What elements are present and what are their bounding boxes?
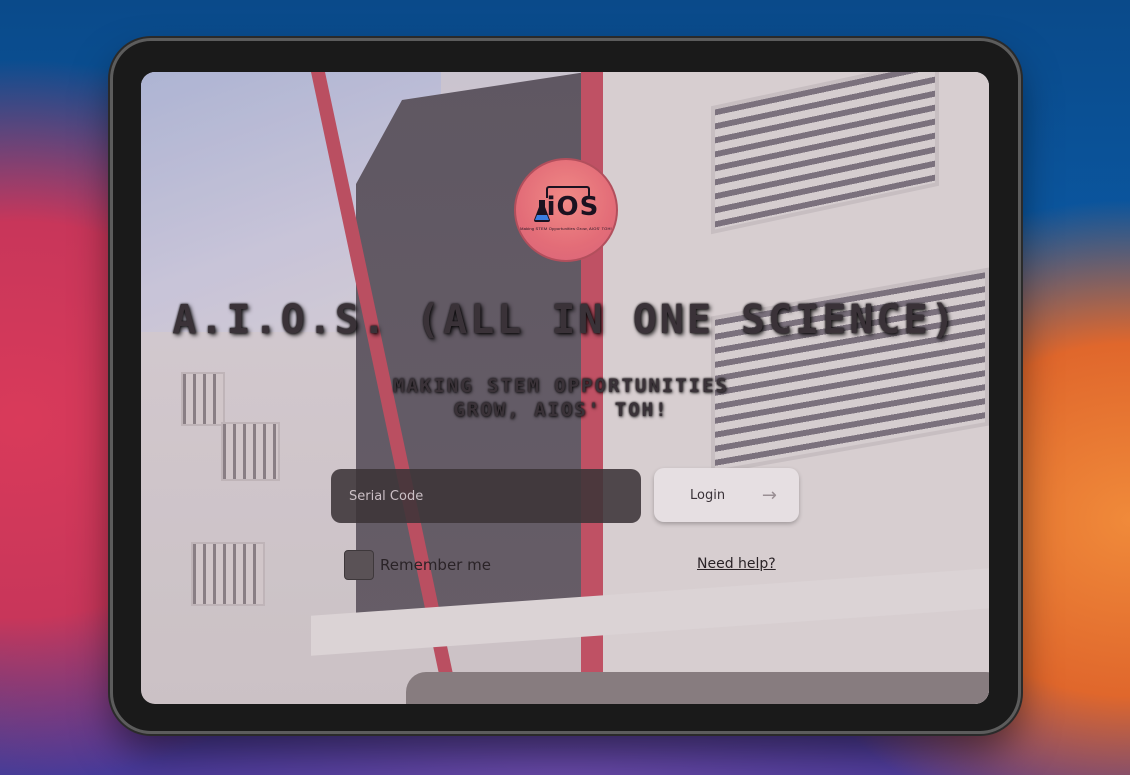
flask-icon <box>534 200 550 222</box>
need-help-link[interactable]: Need help? <box>697 556 776 572</box>
app-logo: iOS Making STEM Opportunities Grow, AIOS… <box>514 158 618 262</box>
toolbox-icon <box>546 186 590 198</box>
page-subtitle: MAKING STEM OPPORTUNITIES GROW, AIOS' TO… <box>331 374 791 422</box>
remember-me-label: Remember me <box>380 556 491 574</box>
login-label: Login <box>690 487 726 503</box>
app-screen: iOS Making STEM Opportunities Grow, AIOS… <box>141 72 989 704</box>
serial-code-input[interactable] <box>331 469 641 523</box>
arrow-right-icon: → <box>761 484 777 506</box>
remember-me-checkbox[interactable] <box>344 550 374 580</box>
login-button[interactable]: Login → <box>654 468 799 522</box>
subtitle-line-1: MAKING STEM OPPORTUNITIES <box>393 375 729 397</box>
remember-me-row[interactable]: Remember me <box>344 550 491 580</box>
tablet-frame: iOS Making STEM Opportunities Grow, AIOS… <box>113 41 1018 731</box>
page-title: A.I.O.S. (ALL IN ONE SCIENCE) <box>172 297 958 343</box>
subtitle-line-2: GROW, AIOS' TOH! <box>453 399 669 421</box>
logo-tagline: Making STEM Opportunities Grow, AIOS' TO… <box>520 225 612 231</box>
